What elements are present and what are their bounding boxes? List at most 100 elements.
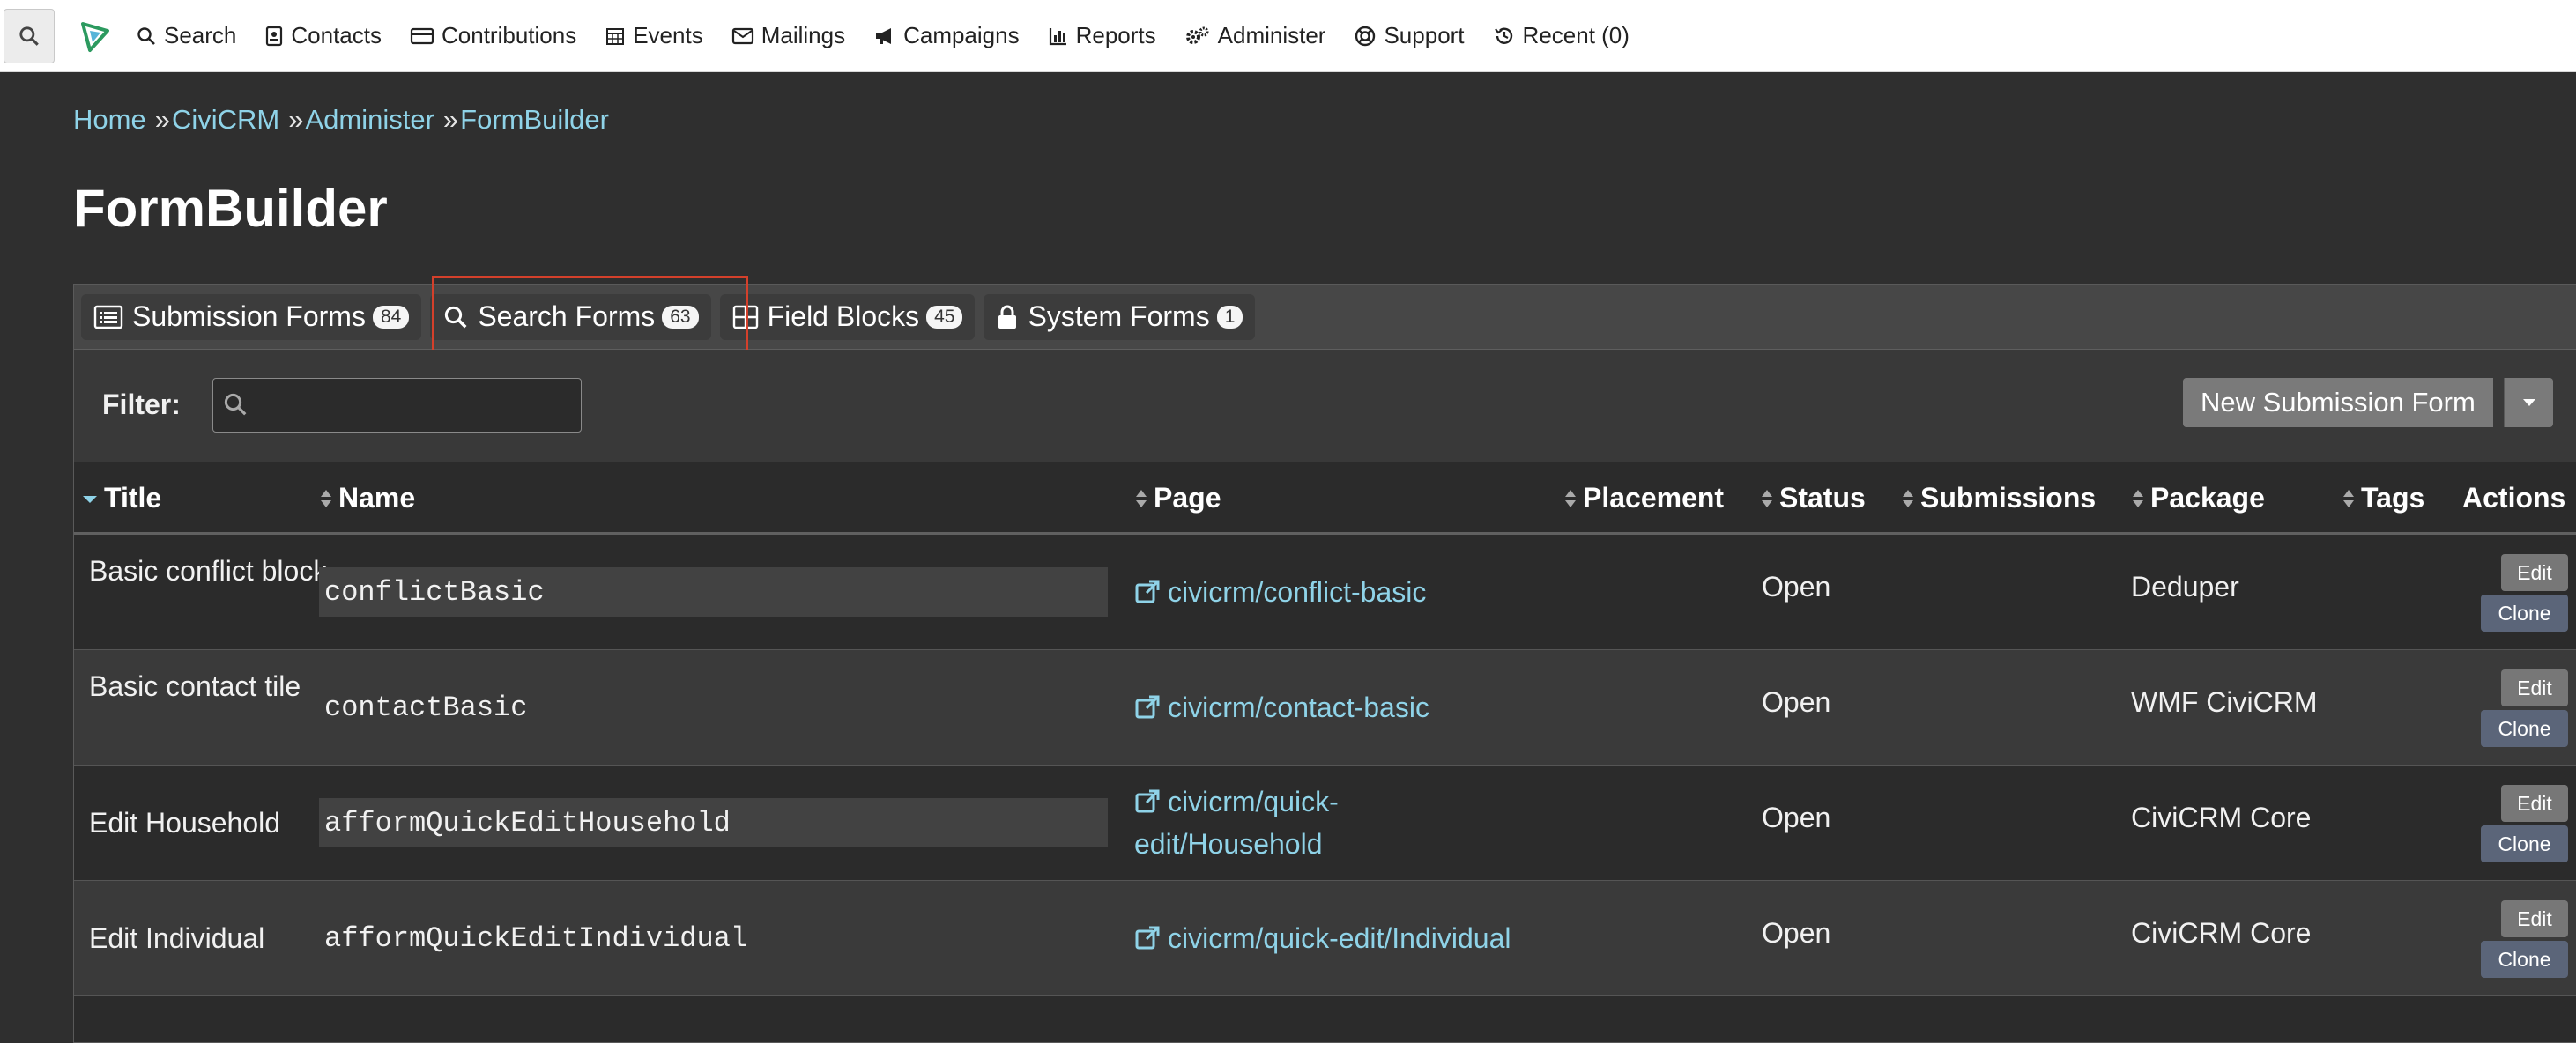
column-header-tags[interactable]: Tags (2342, 482, 2424, 514)
row-page-link[interactable]: civicrm/quick-edit/Household (1134, 780, 1425, 865)
breadcrumb-formbuilder[interactable]: FormBuilder (460, 104, 609, 135)
row-name: contactBasic (319, 683, 1108, 732)
tab-count-badge: 45 (926, 305, 963, 329)
filter-label: Filter: (102, 388, 181, 420)
breadcrumb-separator: » (288, 104, 304, 135)
column-header-status[interactable]: Status (1760, 482, 1866, 514)
menu-campaigns[interactable]: Campaigns (873, 22, 1020, 49)
menu-label: Administer (1217, 22, 1326, 48)
column-label: Page (1154, 482, 1221, 514)
sort-icon (1565, 489, 1576, 507)
column-label: Tags (2361, 482, 2425, 514)
search-icon (137, 26, 155, 45)
tab-label: System Forms (1028, 300, 1210, 332)
edit-button[interactable]: Edit (2501, 554, 2568, 591)
cogs-icon (1185, 26, 1209, 44)
filter-field[interactable] (212, 378, 582, 433)
menu-support[interactable]: Support (1354, 22, 1465, 49)
external-link-icon (1135, 580, 1160, 603)
calendar-icon (606, 27, 625, 45)
search-icon (19, 26, 39, 46)
menu-recent[interactable]: Recent (0) (1493, 22, 1629, 49)
clone-button[interactable]: Clone (2481, 595, 2568, 632)
column-header-title[interactable]: Title (81, 482, 161, 514)
row-name: conflictBasic (319, 567, 1108, 617)
new-form-dropdown-toggle[interactable] (2504, 378, 2553, 427)
row-page-link[interactable]: civicrm/conflict-basic (1134, 571, 1504, 613)
filter-input[interactable] (256, 379, 576, 433)
menu-label: Contacts (291, 22, 382, 48)
clone-button[interactable]: Clone (2481, 825, 2568, 862)
breadcrumb-administer[interactable]: Administer (305, 104, 434, 135)
column-label: Submissions (1920, 482, 2097, 514)
menu-label: Recent (0) (1522, 22, 1629, 48)
filter-bar: Filter: New Submission Form (74, 350, 2576, 462)
life-ring-icon (1355, 26, 1376, 46)
bullhorn-icon (876, 27, 892, 44)
table-row: Basic conflict block conflictBasic civic… (74, 535, 2576, 650)
row-name: afformQuickEditIndividual (319, 914, 1108, 963)
tab-label: Field Blocks (767, 300, 920, 332)
menu-search[interactable]: Search (136, 22, 236, 49)
row-package: CiviCRM Core (2131, 917, 2312, 949)
table-row: Basic contact tile contactBasic civicrm/… (74, 650, 2576, 766)
row-package: Deduper (2131, 571, 2239, 603)
column-header-submissions[interactable]: Submissions (1901, 482, 2096, 514)
tab-label: Submission Forms (132, 300, 366, 332)
column-header-placement[interactable]: Placement (1563, 482, 1724, 514)
menu-reports[interactable]: Reports (1048, 22, 1156, 49)
menu-administer[interactable]: Administer (1184, 22, 1326, 49)
civicrm-logo-icon[interactable] (78, 16, 118, 56)
tab-system-forms[interactable]: System Forms 1 (984, 293, 1256, 340)
sort-icon (2343, 489, 2354, 507)
tab-label: Search Forms (478, 300, 656, 332)
column-label: Name (338, 482, 416, 514)
row-page-link[interactable]: civicrm/quick-edit/Individual (1134, 917, 1575, 959)
quicksearch-button[interactable] (4, 8, 55, 63)
tab-field-blocks[interactable]: Field Blocks 45 (719, 293, 976, 340)
address-card-icon (266, 26, 283, 46)
menu-mailings[interactable]: Mailings (731, 22, 845, 49)
menu-contacts[interactable]: Contacts (264, 22, 382, 49)
row-page-link[interactable]: civicrm/contact-basic (1134, 686, 1504, 729)
row-title: Edit Individual (89, 922, 265, 954)
row-name: afformQuickEditHousehold (319, 798, 1108, 847)
clone-button[interactable]: Clone (2481, 941, 2568, 978)
tab-submission-forms[interactable]: Submission Forms 84 (81, 293, 422, 340)
column-header-package[interactable]: Package (2131, 482, 2265, 514)
formbuilder-panel: Submission Forms 84 Search Forms 63 Fiel… (73, 276, 2576, 1043)
edit-button[interactable]: Edit (2501, 669, 2568, 706)
list-alt-icon (93, 305, 123, 329)
menu-contributions[interactable]: Contributions (410, 22, 576, 49)
column-header-page[interactable]: Page (1134, 482, 1221, 514)
external-link-icon (1135, 695, 1160, 719)
edit-button[interactable]: Edit (2501, 900, 2568, 937)
sort-icon (321, 489, 331, 507)
breadcrumb-home[interactable]: Home (73, 104, 146, 135)
tab-bar: Submission Forms 84 Search Forms 63 Fiel… (74, 276, 2576, 366)
page-link-text: civicrm/conflict-basic (1168, 576, 1427, 608)
page-link-text: civicrm/contact-basic (1168, 692, 1429, 723)
row-title: Basic conflict block (89, 555, 328, 587)
new-submission-form-button[interactable]: New Submission Form (2183, 378, 2493, 427)
menu-label: Campaigns (903, 22, 1020, 48)
page-link-text: civicrm/quick-edit/Individual (1168, 922, 1511, 954)
breadcrumb: Home »CiviCRM »Administer »FormBuilder (73, 104, 609, 136)
tab-count-badge: 84 (372, 305, 410, 329)
menu-label: Reports (1075, 22, 1156, 48)
menu-events[interactable]: Events (605, 22, 703, 49)
page-title: FormBuilder (73, 179, 388, 238)
table-icon (732, 305, 758, 329)
breadcrumb-civicrm[interactable]: CiviCRM (172, 104, 279, 135)
tab-search-forms[interactable]: Search Forms 63 (430, 293, 711, 340)
sort-icon (2133, 489, 2143, 507)
column-header-name[interactable]: Name (319, 482, 415, 514)
sort-icon (1136, 489, 1147, 507)
search-icon (445, 306, 467, 328)
clone-button[interactable]: Clone (2481, 710, 2568, 747)
edit-button[interactable]: Edit (2501, 785, 2568, 822)
search-icon (224, 393, 247, 416)
column-label: Package (2150, 482, 2265, 514)
history-icon (1494, 27, 1512, 44)
envelope-icon (731, 27, 753, 44)
